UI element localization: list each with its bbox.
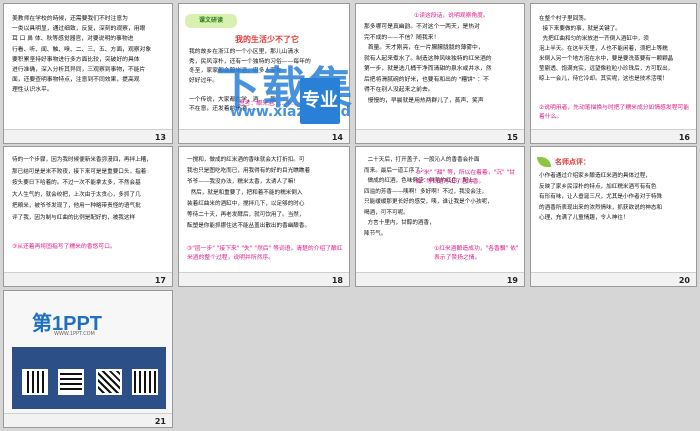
- slide-19[interactable]: 二十天后，打开盖子，一股沁人的香香会扑面 而来。最后一道工序了： 做成的红酒，色…: [355, 146, 525, 287]
- review-badge: 名师点评：: [555, 158, 590, 166]
- slide-note: ②说明用者，先动笔描换与时把了糯米成分如情感发程可能着什么。: [539, 105, 690, 120]
- slide-note: ③"层一步" "接下来" "失" "然后" 等词语，清楚的介绍了酿红米酒的整个过…: [187, 246, 343, 261]
- slide-13[interactable]: 美教师在学校的時候，还需要我们不时注意为 一类以具明显，通过细致，反复，深刻的观…: [3, 3, 173, 144]
- slide-text: 那多哪可是真幽韵。不对这个一两天，是热对 完不成的——不信？随我来！ 首量。天才…: [364, 24, 492, 104]
- slide-20[interactable]: 名师点评： 小作者通过介绍家乡酿造红米酒的具体过程， 反映了家乡民淳朴的特点，加…: [530, 146, 697, 287]
- slide-text: 小作者通过介绍家乡酿造红米酒的具体过程， 反映了家乡民淳朴的特点，加红糯米酒写有…: [539, 173, 663, 221]
- slide-number: 14: [331, 133, 343, 142]
- qr-code-icon: [132, 369, 158, 395]
- slide-number: 21: [154, 417, 166, 426]
- section-badge: 课文研读: [185, 14, 237, 28]
- slide-text: 二十天后，打开盖子，一股沁人的香香会扑面 而来。最后一道工序了： 做成的红酒，色…: [364, 157, 493, 237]
- slide-15[interactable]: ①读这段话，说明观察角度。 那多哪可是真幽韵。不对这个一两天，是热对 完不成的—…: [355, 3, 525, 144]
- slide-number: 20: [678, 276, 690, 285]
- slide-top-note: ①读这段话，说明观察角度。: [414, 13, 489, 19]
- ppt-site: WWW.1PPT.COM: [54, 331, 95, 337]
- slide-17[interactable]: 待的一个步骤，因为我时候便新米香弥漫四，再拌上糟， 那已结可是是米不败夜，接下来…: [3, 146, 173, 287]
- slide-number: 19: [506, 276, 518, 285]
- leaf-icon: [537, 157, 551, 167]
- slide-text: 待的一个步骤，因为我时候便新米香弥漫四，再拌上糟， 那已结可是是米不败夜，接下来…: [12, 157, 152, 221]
- qr-code-icon: [58, 369, 84, 395]
- slide-number: 16: [678, 133, 690, 142]
- qr-code-icon: [96, 369, 122, 395]
- slide-text: 在整个村子里回荡。 接下来要做的事，就是关键了。 先把红曲和匀的米放进一齐倒入酒…: [539, 16, 674, 82]
- slide-number: 17: [154, 276, 166, 285]
- slide-note: ③从还着再将固指写了糯米的香悠可口。: [12, 244, 116, 250]
- slide-16[interactable]: 在整个村子里回荡。 接下来要做的事，就是关键了。 先把红曲和匀的米放进一齐倒入酒…: [530, 3, 697, 144]
- slide-number: 13: [154, 133, 166, 142]
- slide-title: 我的生活少不了它: [235, 35, 299, 44]
- slide-text: 一搅和，做成的红米酒的香味就会大打折扣。可 我也只是图吃吃而已，用我得有的好的目…: [187, 157, 311, 229]
- slide-text: 美教师在学校的時候，还需要我们不时注意为 一类以具明显，通过细致，反复，深刻的观…: [12, 16, 152, 94]
- slide-18[interactable]: 一搅和，做成的红米酒的香味就会大打折扣。可 我也只是图吃吃而已，用我得有的好的目…: [178, 146, 350, 287]
- watermark-url: www.xiazai.red: [230, 104, 351, 120]
- slide-top-note: ③"米" "甜" 等，所以在着着，"沉" "甘甜" 等词语写出了酒的香。: [416, 170, 515, 185]
- slide-number: 18: [331, 276, 343, 285]
- qr-code-icon: [22, 369, 48, 395]
- slide-note: ①红米酒酿造成功，"各香飘" 依" 表示了赞扬之情。: [434, 246, 519, 261]
- slide-21[interactable]: 第1PPT WWW.1PPT.COM 21: [3, 290, 173, 428]
- slide-number: 15: [506, 133, 518, 142]
